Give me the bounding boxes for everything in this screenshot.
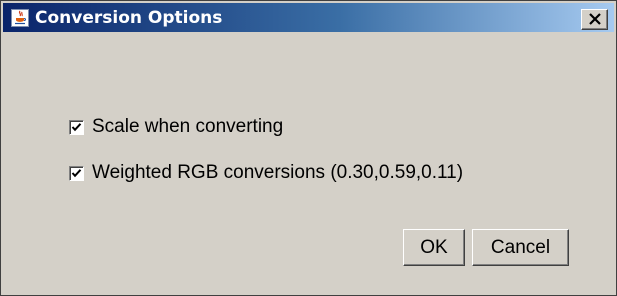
close-button[interactable] — [581, 9, 608, 30]
checkmark-icon — [71, 122, 82, 131]
ok-button[interactable]: OK — [403, 229, 465, 266]
weighted-rgb-checkbox[interactable] — [69, 165, 84, 181]
close-icon — [589, 13, 601, 25]
conversion-options-dialog: Conversion Options Scale when converting… — [0, 0, 617, 296]
scale-checkbox[interactable] — [69, 119, 84, 135]
scale-option-row[interactable]: Scale when converting — [69, 116, 283, 138]
title-bar[interactable]: Conversion Options — [3, 3, 614, 32]
weighted-rgb-option-row[interactable]: Weighted RGB conversions (0.30,0.59,0.11… — [69, 162, 463, 184]
window-title: Conversion Options — [35, 8, 223, 28]
java-cup-icon — [11, 9, 29, 27]
weighted-rgb-option-label[interactable]: Weighted RGB conversions (0.30,0.59,0.11… — [92, 162, 463, 184]
cancel-button[interactable]: Cancel — [472, 229, 569, 266]
checkmark-icon — [71, 168, 82, 177]
scale-option-label[interactable]: Scale when converting — [92, 116, 283, 138]
